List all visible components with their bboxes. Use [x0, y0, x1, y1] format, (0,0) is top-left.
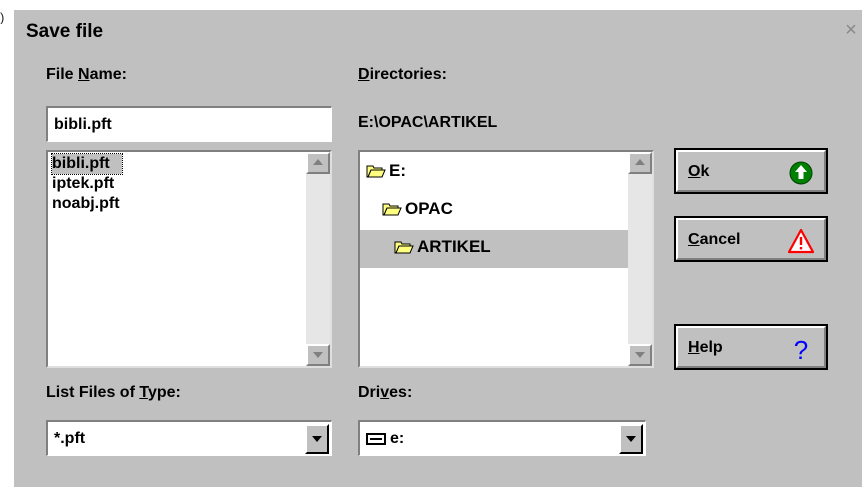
cancel-button-label: Cancel [688, 231, 741, 248]
help-button[interactable]: Help ? [674, 324, 828, 370]
drives-label: Drives: [358, 384, 413, 401]
file-list-item[interactable]: iptek.pft [52, 174, 114, 194]
file-name-input[interactable]: bibli.pft [46, 106, 332, 142]
chevron-down-icon [635, 352, 645, 358]
file-type-dropdown-button[interactable] [305, 424, 329, 454]
ok-button-face: Ok [676, 150, 826, 192]
ok-button[interactable]: Ok [674, 148, 828, 194]
warning-triangle-icon [788, 228, 814, 254]
scroll-down-button[interactable] [628, 344, 652, 366]
title-bar[interactable]: Save file × [14, 10, 862, 54]
drives-dropdown-button[interactable] [619, 424, 643, 454]
drive-icon [366, 432, 386, 445]
file-type-select[interactable]: *.pft [46, 420, 332, 456]
scroll-up-button[interactable] [306, 152, 330, 174]
current-directory-path: E:\OPAC\ARTIKEL [358, 114, 498, 131]
green-up-arrow-icon [789, 161, 813, 185]
drives-select[interactable]: e: [358, 420, 646, 456]
directory-item-artikel[interactable]: ARTIKEL [394, 234, 491, 260]
ok-button-label: Ok [688, 163, 710, 180]
file-list-scrollbar[interactable] [306, 152, 330, 366]
drives-value: e: [390, 430, 405, 447]
help-button-label: Help [688, 339, 723, 356]
directory-item-opac[interactable]: OPAC [382, 196, 453, 222]
directories-label: Directories: [358, 66, 447, 83]
cancel-button[interactable]: Cancel [674, 216, 828, 262]
file-list-item[interactable]: noabj.pft [52, 194, 120, 214]
file-type-label: List Files of Type: [46, 384, 181, 401]
open-folder-icon [382, 202, 402, 216]
file-list-item[interactable]: bibli.pft [51, 153, 123, 175]
cancel-button-face: Cancel [676, 218, 826, 260]
background-window-fragment: ) [0, 10, 5, 24]
directory-tree[interactable]: E: OPAC ARTIKEL [358, 150, 654, 368]
save-file-dialog: Save file × File Name: bibli.pft bibli.p… [12, 8, 862, 487]
file-type-value: *.pft [54, 430, 86, 447]
directory-tree-scrollbar[interactable] [628, 152, 652, 366]
chevron-up-icon [635, 159, 645, 165]
chevron-down-icon [626, 436, 636, 442]
scroll-down-button[interactable] [306, 344, 330, 366]
help-button-face: Help ? [676, 326, 826, 368]
close-icon[interactable]: × [840, 18, 862, 42]
open-folder-icon [394, 240, 414, 254]
scroll-up-button[interactable] [628, 152, 652, 174]
directory-item-e[interactable]: E: [366, 158, 406, 184]
file-list[interactable]: bibli.pft iptek.pft noabj.pft [46, 150, 332, 368]
chevron-down-icon [313, 352, 323, 358]
chevron-up-icon [313, 159, 323, 165]
drives-value-wrap: e: [366, 430, 404, 448]
file-name-value: bibli.pft [54, 116, 112, 133]
chevron-down-icon [312, 436, 322, 442]
question-mark-icon: ? [794, 336, 808, 362]
dialog-title: Save file [26, 21, 104, 42]
svg-text:?: ? [794, 336, 808, 362]
file-name-label: File Name: [46, 66, 127, 83]
open-folder-icon [366, 164, 386, 178]
